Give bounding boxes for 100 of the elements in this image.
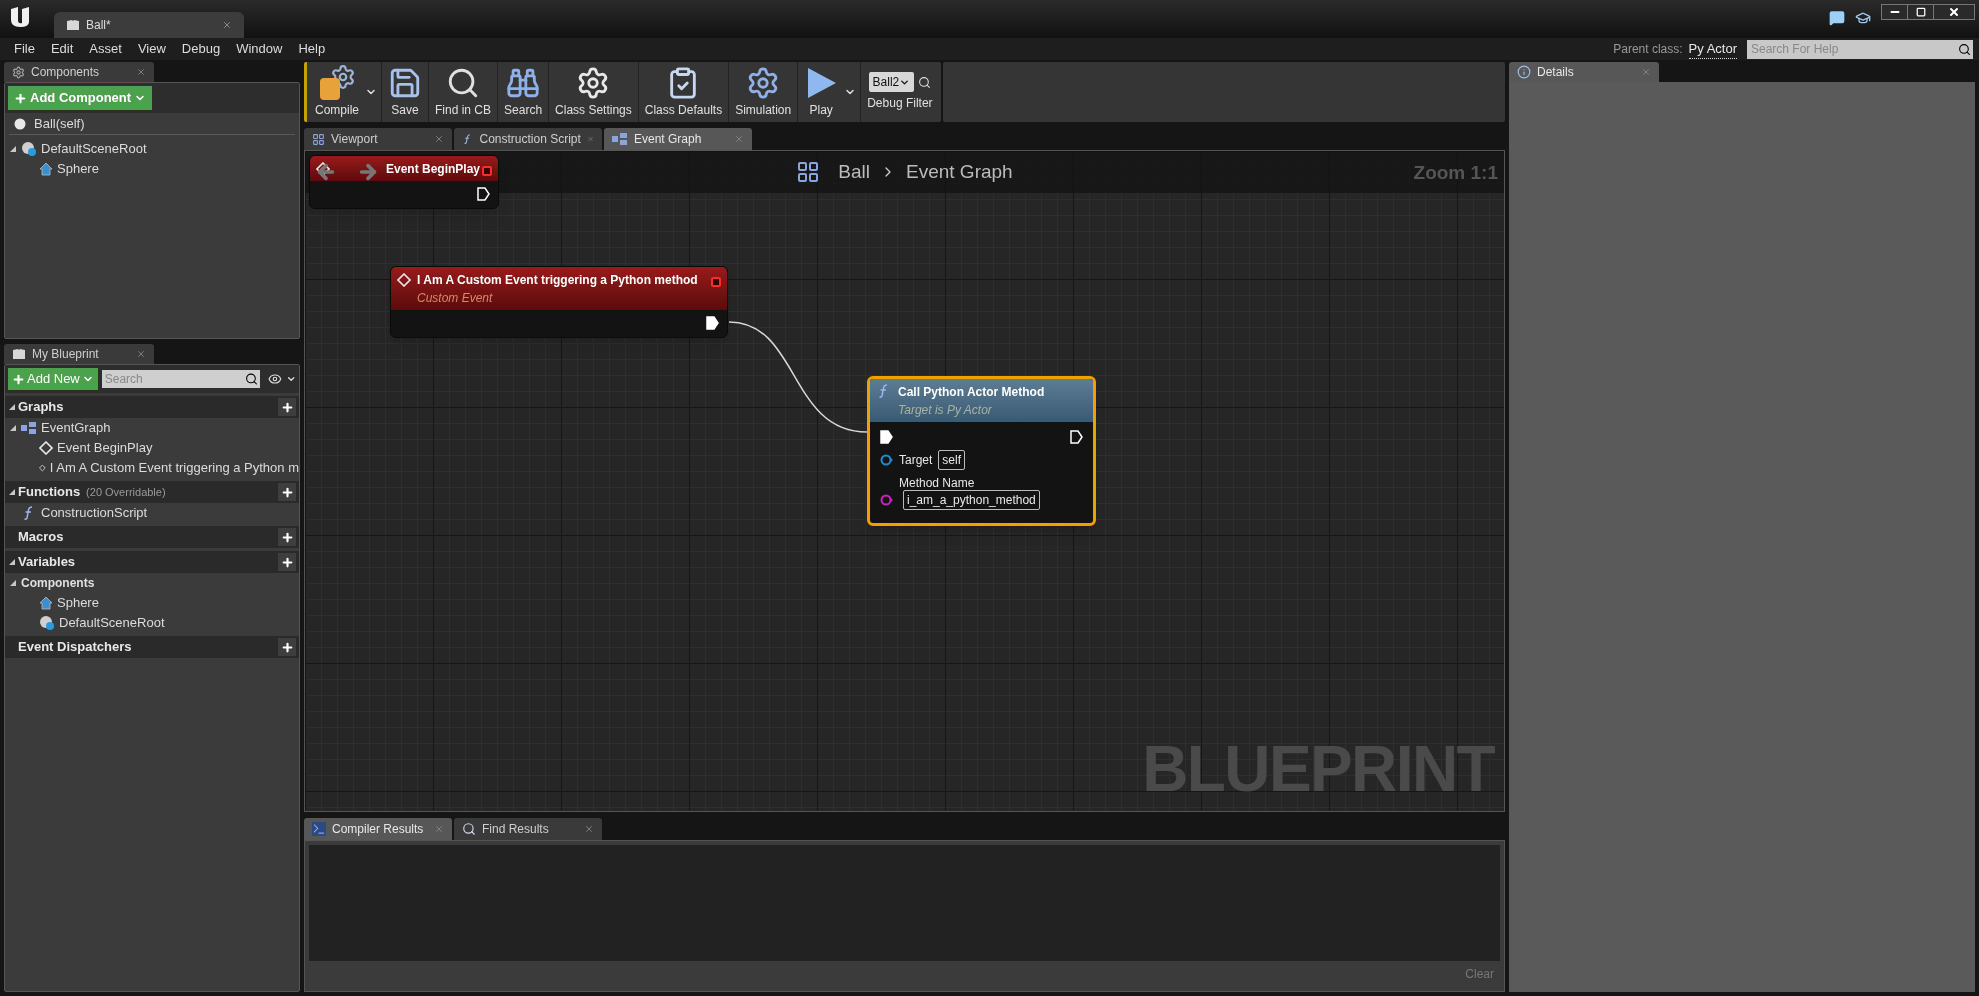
- tree-item[interactable]: Event BeginPlay: [57, 438, 153, 458]
- graph-icon: [21, 421, 37, 435]
- wire[interactable]: [729, 320, 867, 436]
- graph-node[interactable]: I Am A Custom Event triggering a Python method Custom Event: [390, 266, 728, 338]
- expand-arrow-icon[interactable]: [8, 403, 16, 411]
- menu-item[interactable]: Edit: [42, 39, 82, 59]
- panel-tab[interactable]: Compiler Results: [304, 818, 452, 840]
- add-icon[interactable]: [278, 553, 296, 571]
- debug-filter-dropdown[interactable]: Ball2: [868, 72, 915, 92]
- section-header[interactable]: Event Dispatchers: [5, 636, 299, 658]
- toolbar-button[interactable]: Save: [382, 62, 428, 122]
- breadcrumb-item[interactable]: Event Graph: [906, 157, 1013, 187]
- back-arrow-icon[interactable]: [315, 161, 337, 183]
- grid-icon: [312, 132, 325, 146]
- close-icon[interactable]: [222, 20, 232, 30]
- expand-arrow-icon[interactable]: [8, 488, 16, 496]
- debug-filter-label: Debug Filter: [867, 95, 933, 112]
- menu-item[interactable]: Debug: [173, 39, 229, 59]
- menu-item[interactable]: Asset: [81, 39, 130, 59]
- delegate-pin-icon[interactable]: [482, 166, 492, 176]
- graph-icon: [796, 160, 821, 184]
- parent-class-link[interactable]: Py Actor: [1688, 38, 1737, 60]
- expand-arrow-icon[interactable]: [9, 424, 17, 432]
- panel-tab[interactable]: Components: [4, 62, 154, 82]
- panel-tab[interactable]: Event Graph: [604, 128, 752, 150]
- expand-arrow-icon[interactable]: [8, 558, 16, 566]
- toolbar-button[interactable]: Search: [498, 62, 549, 122]
- exec-pin-icon[interactable]: [1070, 430, 1083, 444]
- section-header[interactable]: Graphs: [5, 396, 299, 418]
- maximize-button[interactable]: [1908, 5, 1934, 19]
- house-icon: [39, 596, 53, 610]
- add-icon[interactable]: [278, 528, 296, 546]
- panel-tab[interactable]: Find Results: [454, 818, 602, 840]
- section-header[interactable]: Functions (20 Overridable): [5, 481, 299, 503]
- forward-arrow-icon[interactable]: [357, 161, 379, 183]
- tree-item[interactable]: Sphere: [57, 593, 99, 613]
- graph-node[interactable]: Event BeginPlay: [309, 155, 499, 209]
- ball-icon: [14, 117, 26, 130]
- book-icon: [12, 348, 26, 360]
- pin-value-field[interactable]: i_am_a_python_method: [903, 490, 1040, 510]
- expand-arrow-icon[interactable]: [9, 145, 17, 153]
- panel-tab[interactable]: Construction Script: [454, 128, 602, 150]
- toolbar-button[interactable]: Class Defaults: [638, 62, 729, 122]
- breadcrumb-item[interactable]: Ball: [838, 157, 870, 187]
- toolbar-button[interactable]: Class Settings: [549, 62, 638, 122]
- document-tab[interactable]: Ball*: [54, 12, 244, 38]
- eye-icon[interactable]: [267, 371, 282, 387]
- pin-value-field[interactable]: self: [938, 450, 966, 470]
- diamond-icon: [39, 441, 53, 455]
- menu-item[interactable]: File: [6, 39, 43, 59]
- tree-item[interactable]: DefaultSceneRoot: [41, 139, 147, 159]
- exec-pin-icon[interactable]: [477, 187, 490, 201]
- toolbar-button[interactable]: Find in CB: [429, 62, 498, 122]
- delegate-pin-icon[interactable]: [711, 277, 721, 287]
- input-pin-icon[interactable]: [880, 454, 893, 466]
- exec-pin-icon[interactable]: [880, 430, 893, 444]
- menu-item[interactable]: Help: [290, 39, 334, 59]
- add-icon[interactable]: [278, 483, 296, 501]
- maximize-icon: [1915, 7, 1926, 17]
- close-icon[interactable]: [434, 134, 444, 144]
- panel-tab[interactable]: My Blueprint: [4, 344, 154, 364]
- minimize-button[interactable]: [1882, 5, 1908, 19]
- search-field[interactable]: Search: [101, 370, 243, 388]
- info-icon: [1517, 65, 1531, 79]
- menu-item[interactable]: View: [129, 39, 174, 59]
- tree-item[interactable]: EventGraph: [41, 418, 111, 438]
- close-icon[interactable]: [136, 67, 146, 77]
- pin-label: Method Name: [898, 476, 975, 490]
- node-title: Event BeginPlay: [386, 161, 481, 178]
- panel-tab[interactable]: Details: [1509, 62, 1659, 82]
- close-icon[interactable]: [584, 824, 594, 834]
- graduation-cap-icon[interactable]: [1855, 10, 1871, 26]
- tree-item[interactable]: DefaultSceneRoot: [59, 613, 165, 633]
- tree-item[interactable]: Components: [21, 574, 95, 592]
- exec-pin-icon[interactable]: [706, 316, 719, 330]
- parent-class-label: Parent class:: [1613, 41, 1683, 58]
- close-button[interactable]: [1934, 5, 1974, 19]
- search-icon[interactable]: [918, 75, 932, 89]
- tree-item[interactable]: Ball(self): [34, 113, 85, 134]
- toolbar-button[interactable]: Compile: [309, 62, 365, 122]
- expand-arrow-icon[interactable]: [9, 579, 17, 587]
- toolbar-button[interactable]: Simulation: [729, 62, 798, 122]
- add-icon[interactable]: [278, 398, 296, 416]
- graph-node[interactable]: Call Python Actor Method Target is Py Actor Target self Method Name i_am_a_python_method: [867, 376, 1096, 526]
- close-icon: [1948, 6, 1960, 18]
- help-search-field[interactable]: Search For Help: [1747, 39, 1956, 59]
- tree-item[interactable]: Sphere: [57, 159, 99, 179]
- section-header[interactable]: Variables: [5, 551, 299, 573]
- close-icon[interactable]: [136, 349, 146, 359]
- chat-icon[interactable]: [1829, 10, 1845, 26]
- input-pin-icon[interactable]: [880, 494, 893, 506]
- menu-item[interactable]: Window: [228, 39, 291, 59]
- tree-item[interactable]: ConstructionScript: [41, 503, 148, 523]
- section-header[interactable]: Macros: [5, 526, 299, 548]
- node-title: I Am A Custom Event triggering a Python method: [417, 272, 698, 289]
- search-icon[interactable]: [1956, 39, 1973, 59]
- tree-item[interactable]: I Am A Custom Event triggering a Python m: [49, 458, 299, 478]
- panel-tab[interactable]: Viewport: [304, 128, 452, 150]
- toolbar-button[interactable]: Play: [798, 62, 845, 122]
- add-icon[interactable]: [278, 638, 296, 656]
